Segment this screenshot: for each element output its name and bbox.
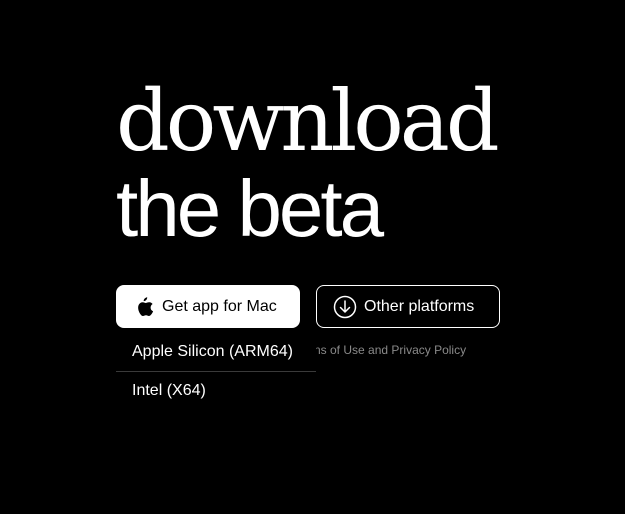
other-platforms-label: Other platforms	[364, 297, 475, 315]
other-platforms-button[interactable]: Other platforms	[316, 285, 500, 328]
download-circle-icon	[333, 295, 357, 319]
dropdown-item-intel[interactable]: Intel (X64)	[116, 372, 316, 410]
headline-line-1: download	[116, 72, 500, 170]
dropdown-item-apple-silicon[interactable]: Apple Silicon (ARM64)	[116, 333, 316, 371]
headline-line-2: the beta	[116, 164, 384, 253]
get-app-for-mac-button[interactable]: Get app for Mac	[116, 285, 300, 328]
privacy-policy-link[interactable]: Privacy Policy	[391, 343, 466, 357]
mac-architecture-dropdown: Apple Silicon (ARM64) Intel (X64)	[116, 333, 316, 410]
terms-notice: ns of Use and Privacy Policy	[314, 343, 466, 357]
terms-conjunction: and	[364, 343, 392, 357]
terms-of-use-link[interactable]: Use	[343, 343, 364, 357]
apple-logo-icon	[134, 296, 154, 318]
headline: download the beta	[116, 72, 500, 253]
terms-prefix: ns of	[314, 343, 344, 357]
get-app-for-mac-label: Get app for Mac	[162, 297, 277, 315]
